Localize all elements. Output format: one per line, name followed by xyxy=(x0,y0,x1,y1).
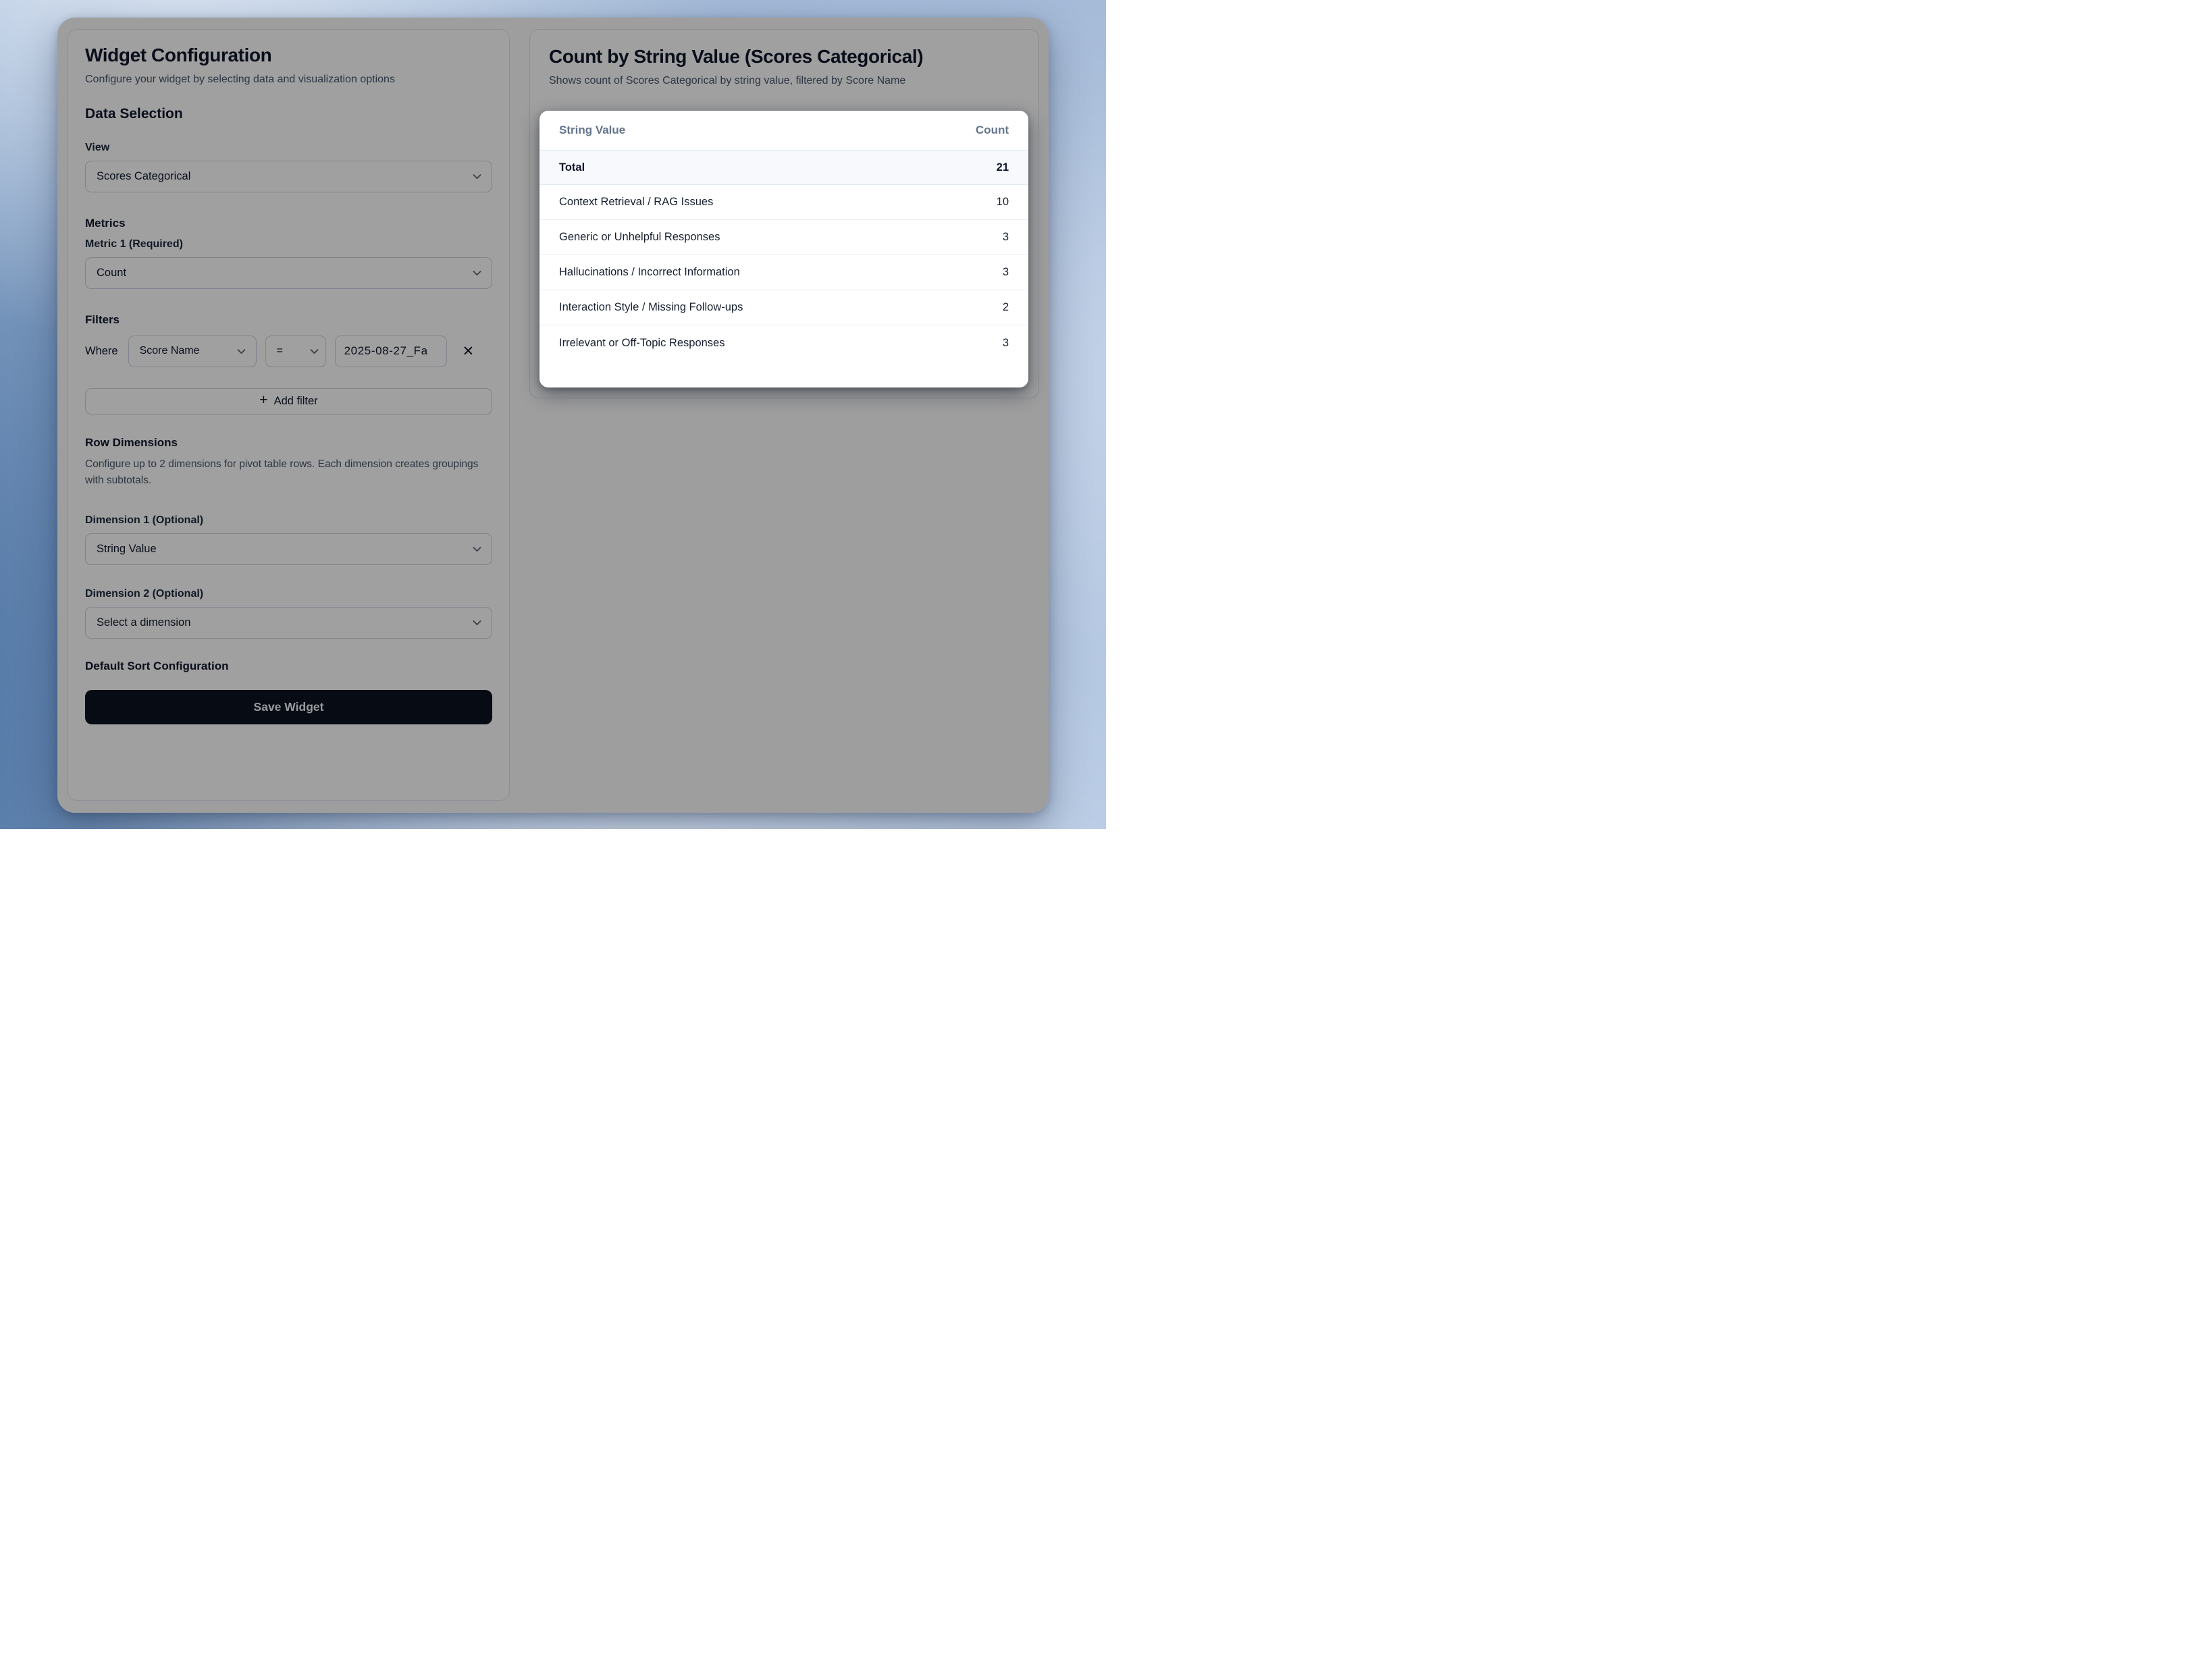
dimension1-select-value: String Value xyxy=(97,543,157,556)
filters-heading: Filters xyxy=(85,313,492,327)
filter-value-input[interactable]: 2025-08-27_Fa xyxy=(335,336,447,367)
dimension1-select[interactable]: String Value xyxy=(85,533,492,565)
table-body: Context Retrieval / RAG Issues 10 Generi… xyxy=(539,185,1028,360)
table-row: Irrelevant or Off-Topic Responses 3 xyxy=(539,325,1028,360)
data-selection-heading: Data Selection xyxy=(85,106,492,122)
table-row: Generic or Unhelpful Responses 3 xyxy=(539,220,1028,255)
row-string-value: Interaction Style / Missing Follow-ups xyxy=(559,301,743,314)
row-count: 3 xyxy=(1003,337,1009,350)
filter-field-select[interactable]: Score Name xyxy=(128,336,257,367)
save-widget-button[interactable]: Save Widget xyxy=(85,690,492,724)
filter-operator-value: = xyxy=(277,345,283,357)
dimension2-select-value: Select a dimension xyxy=(97,616,190,629)
total-count: 21 xyxy=(997,161,1009,174)
preview-subtitle: Shows count of Scores Categorical by str… xyxy=(549,72,1020,90)
chevron-down-icon xyxy=(473,267,481,276)
screen: Widget Configuration Configure your widg… xyxy=(0,0,1106,829)
preview-panel: Count by String Value (Scores Categorica… xyxy=(529,29,1039,398)
add-filter-button[interactable]: + Add filter xyxy=(85,388,492,414)
column-header-count: Count xyxy=(976,124,1009,137)
metric1-select-value: Count xyxy=(97,267,126,279)
table-row: Context Retrieval / RAG Issues 10 xyxy=(539,185,1028,220)
row-string-value: Hallucinations / Incorrect Information xyxy=(559,266,740,279)
filter-row: Where Score Name = 2025-08-27_Fa ✕ xyxy=(85,336,492,367)
table-row: Interaction Style / Missing Follow-ups 2 xyxy=(539,290,1028,325)
plus-icon: + xyxy=(259,392,267,408)
chevron-down-icon xyxy=(237,346,246,354)
chevron-down-icon xyxy=(473,617,481,626)
filter-field-value: Score Name xyxy=(140,345,200,357)
view-select-value: Scores Categorical xyxy=(97,170,190,183)
dimension2-label: Dimension 2 (Optional) xyxy=(85,588,492,600)
chevron-down-icon xyxy=(310,346,319,354)
filter-value-text: 2025-08-27_Fa xyxy=(344,344,428,358)
table-total-row: Total 21 xyxy=(539,150,1028,185)
view-label: View xyxy=(85,142,492,154)
row-dimensions-heading: Row Dimensions xyxy=(85,436,492,450)
column-header-string-value: String Value xyxy=(559,124,625,137)
preview-title: Count by String Value (Scores Categorica… xyxy=(549,46,1020,68)
view-select[interactable]: Scores Categorical xyxy=(85,161,492,192)
metric1-select[interactable]: Count xyxy=(85,257,492,289)
row-string-value: Generic or Unhelpful Responses xyxy=(559,231,720,244)
total-label: Total xyxy=(559,161,585,174)
add-filter-label: Add filter xyxy=(274,395,318,408)
dimension2-select[interactable]: Select a dimension xyxy=(85,607,492,639)
row-count: 3 xyxy=(1003,231,1009,244)
default-sort-heading: Default Sort Configuration xyxy=(85,660,492,673)
metrics-heading: Metrics xyxy=(85,217,492,230)
row-count: 2 xyxy=(1003,301,1009,314)
row-dimensions-description: Configure up to 2 dimensions for pivot t… xyxy=(85,456,490,489)
row-string-value: Irrelevant or Off-Topic Responses xyxy=(559,337,725,350)
where-label: Where xyxy=(85,345,118,358)
chevron-down-icon xyxy=(473,171,481,180)
config-panel-title: Widget Configuration xyxy=(85,45,492,66)
chevron-down-icon xyxy=(473,543,481,552)
row-string-value: Context Retrieval / RAG Issues xyxy=(559,196,713,209)
filter-operator-select[interactable]: = xyxy=(265,336,326,367)
table-header-row: String Value Count xyxy=(539,111,1028,150)
row-count: 3 xyxy=(1003,266,1009,279)
remove-filter-icon[interactable]: ✕ xyxy=(463,344,475,358)
config-panel: Widget Configuration Configure your widg… xyxy=(68,29,510,801)
metric1-label: Metric 1 (Required) xyxy=(85,238,492,250)
dimension1-label: Dimension 1 (Optional) xyxy=(85,514,492,527)
widget-config-modal: Widget Configuration Configure your widg… xyxy=(57,18,1049,813)
row-count: 10 xyxy=(997,196,1009,209)
table-row: Hallucinations / Incorrect Information 3 xyxy=(539,255,1028,290)
preview-table-card: String Value Count Total 21 Context Retr… xyxy=(539,111,1028,387)
config-panel-subtitle: Configure your widget by selecting data … xyxy=(85,71,431,88)
